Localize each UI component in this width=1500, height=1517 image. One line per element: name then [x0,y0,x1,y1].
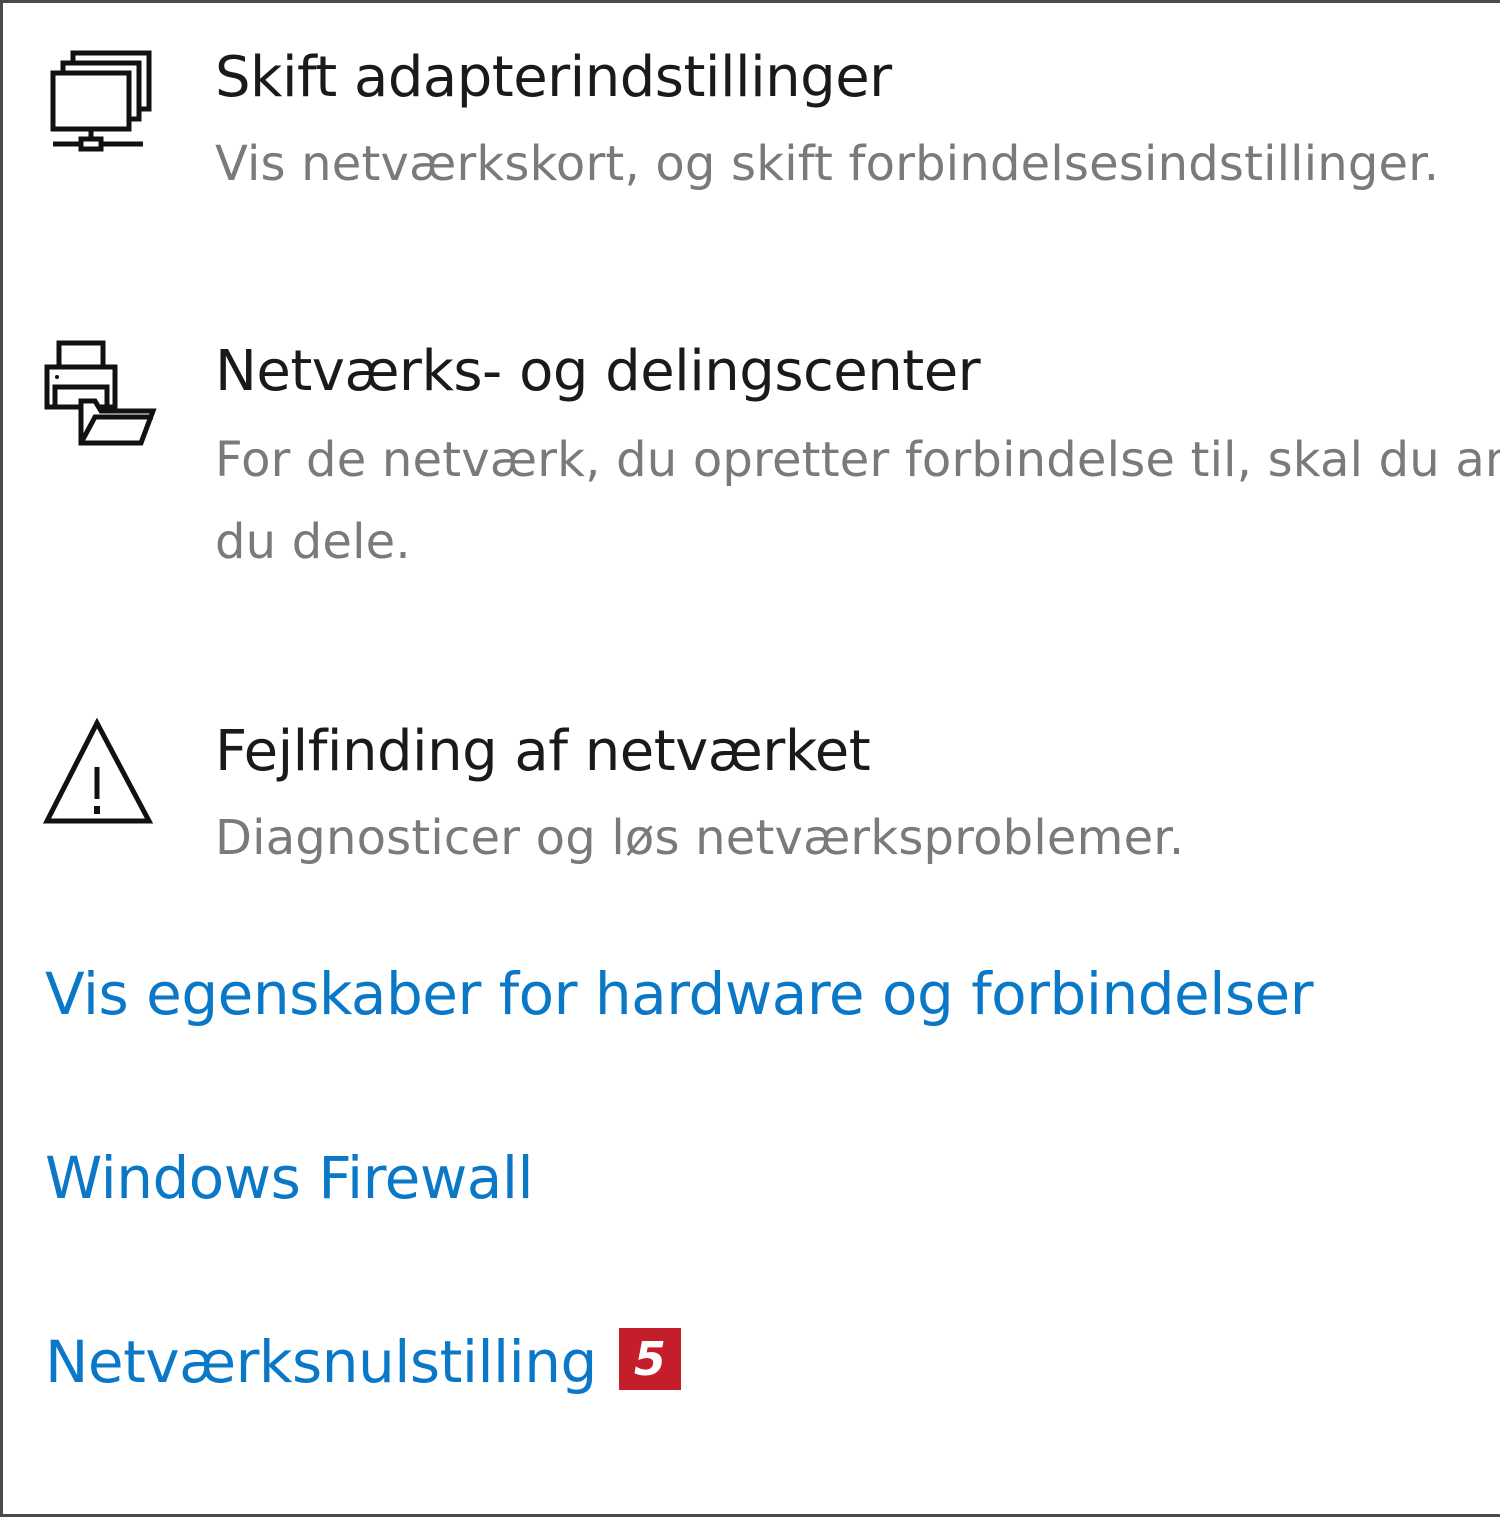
setting-sharing-description-line1: For de netværk, du opretter forbindelse … [215,432,1500,488]
link-hardware-connection-properties[interactable]: Vis egenskaber for hardware og forbindel… [45,959,1314,1029]
setting-sharing-description-line2: du dele. [215,514,411,570]
setting-troubleshoot-description: Diagnosticer og løs netværksproblemer. [215,810,1185,866]
setting-network-troubleshooter[interactable]: Fejlfinding af netværket Diagnosticer og… [3,683,1500,903]
network-adapter-icon [43,43,159,159]
step-number-badge: 5 [618,1327,681,1390]
setting-troubleshoot-title: Fejlfinding af netværket [215,719,871,784]
setting-network-sharing-center[interactable]: Netværks- og delingscenter For de netvær… [3,303,1500,603]
setting-adapter-options[interactable]: Skift adapterindstillinger Vis netværksk… [3,3,1500,233]
link-network-reset[interactable]: Netværksnulstilling 5 [45,1327,681,1397]
network-sharing-center-icon [43,339,159,455]
network-settings-panel: Skift adapterindstillinger Vis netværksk… [0,0,1500,1517]
setting-sharing-title: Netværks- og delingscenter [215,339,981,404]
setting-adapter-title: Skift adapterindstillinger [215,45,892,110]
link-network-reset-label: Netværksnulstilling [45,1328,597,1396]
warning-triangle-icon [43,715,159,831]
setting-adapter-description: Vis netværkskort, og skift forbindelsesi… [215,136,1440,192]
link-windows-firewall[interactable]: Windows Firewall [45,1143,534,1213]
